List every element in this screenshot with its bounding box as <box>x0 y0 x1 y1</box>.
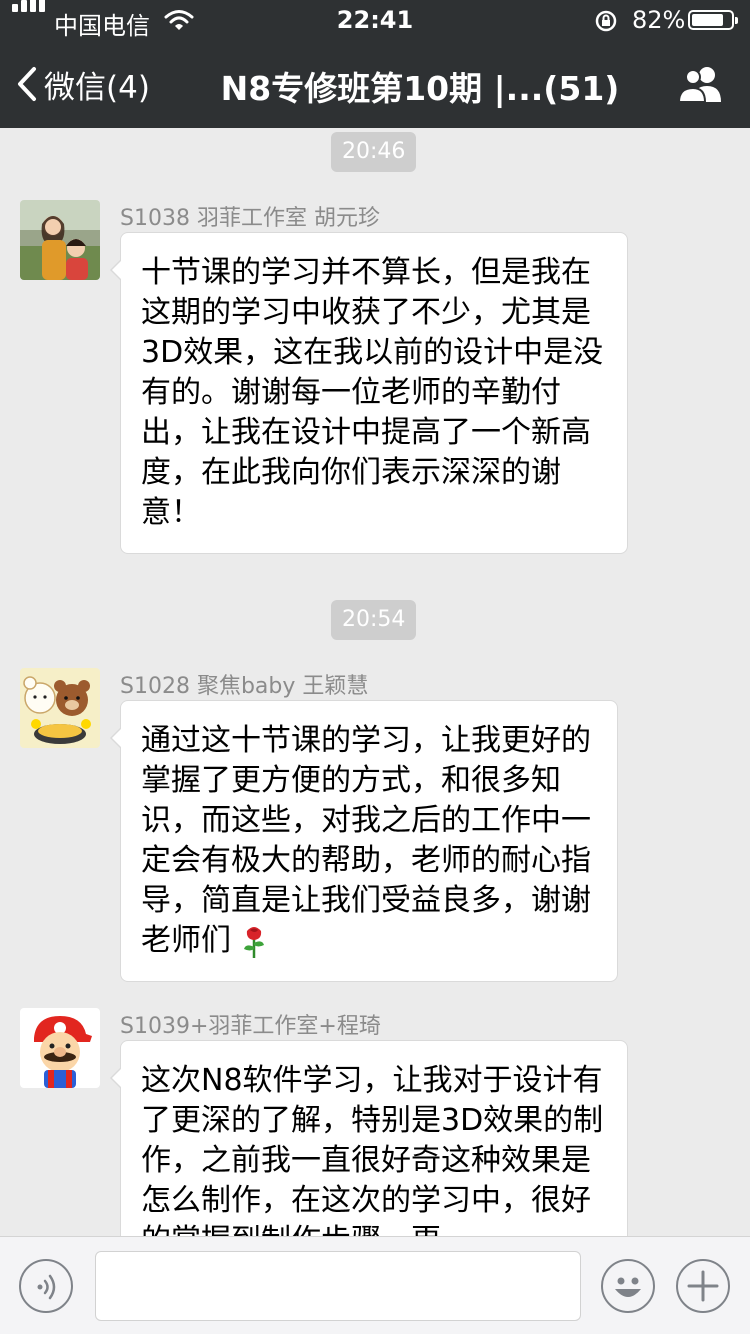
rose-icon <box>243 926 264 958</box>
emoji-button[interactable] <box>601 1259 655 1313</box>
sender-name: S1028 聚焦baby 王颖慧 <box>120 674 369 699</box>
time-stamp: 20:46 <box>331 132 417 172</box>
sender-name: S1038 羽菲工作室 胡元珍 <box>120 206 380 231</box>
battery-icon <box>688 10 738 30</box>
rotation-lock-icon <box>595 10 617 32</box>
mother-child-photo-avatar <box>20 200 100 280</box>
message-input[interactable] <box>95 1251 581 1321</box>
time-stamp: 20:54 <box>331 600 417 640</box>
group-members-icon[interactable] <box>676 64 726 104</box>
message-text: 这次N8软件学习，让我对于设计有了更深的了解，特别是3D效果的制作，之前我一直很… <box>141 1063 604 1258</box>
status-bar: 中国电信 22:41 82% <box>0 0 750 40</box>
top-bar: 中国电信 22:41 82% 微信(4) N8专修班第10期 |...(51) <box>0 0 750 128</box>
back-label: 微信(4) <box>44 69 150 106</box>
voice-icon <box>37 1274 56 1300</box>
back-button[interactable]: 微信(4) <box>16 62 150 106</box>
message-text: 十节课的学习并不算长，但是我在这期的学习中收获了不少，尤其是3D效果，这在我以前… <box>141 255 604 530</box>
emoji-icon <box>615 1277 641 1297</box>
chevron-left-icon <box>18 67 36 101</box>
message-bubble[interactable]: 十节课的学习并不算长，但是我在这期的学习中收获了不少，尤其是3D效果，这在我以前… <box>110 232 628 554</box>
battery-percentage: 82% <box>632 6 686 34</box>
cartoon-mario-avatar <box>20 1008 100 1088</box>
avatar[interactable] <box>20 668 100 748</box>
voice-button[interactable] <box>19 1259 73 1313</box>
cartoon-bears-avatar <box>20 668 100 748</box>
plus-icon <box>687 1270 719 1302</box>
message-text: 通过这十节课的学习，让我更好的掌握了更方便的方式，和很多知识，而这些，对我之后的… <box>141 723 591 958</box>
message-bubble[interactable]: 通过这十节课的学习，让我更好的掌握了更方便的方式，和很多知识，而这些，对我之后的… <box>110 700 618 982</box>
avatar[interactable] <box>20 1008 100 1088</box>
avatar[interactable] <box>20 200 100 280</box>
input-bar <box>0 1236 750 1334</box>
chat-title: N8专修班第10期 |...(51) <box>220 69 620 108</box>
sender-name: S1039+羽菲工作室+程琦 <box>120 1014 381 1039</box>
plus-button[interactable] <box>676 1259 730 1313</box>
